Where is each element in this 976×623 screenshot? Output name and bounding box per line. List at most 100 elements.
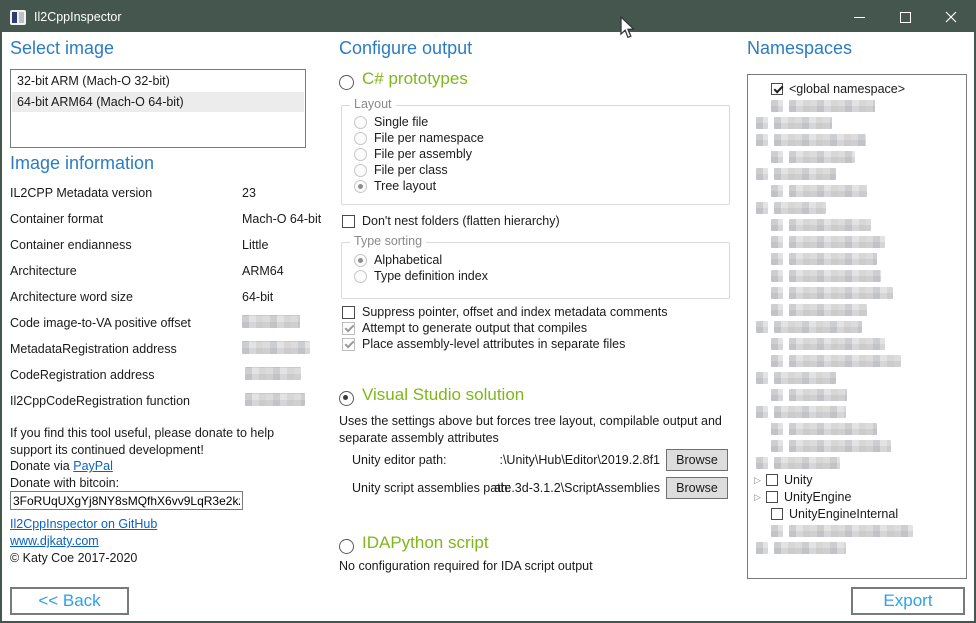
radio-icon — [339, 75, 354, 90]
app-icon — [10, 10, 26, 25]
namespace-item-redacted — [748, 217, 966, 233]
namespace-item-redacted — [748, 336, 966, 352]
info-value: Little — [242, 238, 268, 252]
namespace-item-redacted — [748, 285, 966, 301]
expander-icon[interactable]: ▷ — [754, 491, 764, 503]
namespace-item-redacted — [748, 421, 966, 437]
namespace-item-redacted — [748, 132, 966, 148]
redacted-value — [245, 393, 305, 406]
info-label: Architecture word size — [10, 290, 133, 304]
flatten-label: Don't nest folders (flatten hierarchy) — [362, 214, 560, 228]
select-image-header: Select image — [10, 38, 114, 59]
csharp-prototypes-radio[interactable]: C# prototypes — [339, 71, 468, 90]
radio-icon — [354, 148, 367, 161]
app-window: Il2CppInspector Select image 32-bit ARM … — [0, 0, 976, 623]
namespaces-listbox: <global namespace> ▷ — [747, 74, 967, 579]
checkbox-icon — [342, 338, 355, 351]
back-button[interactable]: << Back — [10, 587, 129, 615]
namespace-item-global[interactable]: <global namespace> — [748, 81, 966, 97]
info-label: Il2CppCodeRegistration function — [10, 394, 190, 408]
flatten-checkbox[interactable]: Don't nest folders (flatten hierarchy) — [342, 214, 560, 229]
namespace-item-redacted — [748, 455, 966, 471]
namespace-item-redacted — [748, 268, 966, 284]
mouse-cursor — [619, 16, 639, 40]
radio-icon — [354, 132, 367, 145]
info-value: ARM64 — [242, 264, 284, 278]
namespace-item-redacted — [748, 166, 966, 182]
info-value: Mach-O 64-bit — [242, 212, 321, 226]
close-button[interactable] — [928, 2, 974, 32]
namespace-item-redacted — [748, 404, 966, 420]
csharp-prototypes-label: C# prototypes — [362, 69, 468, 88]
namespace-item-redacted — [748, 438, 966, 454]
namespace-item-redacted — [748, 251, 966, 267]
idapython-description: No configuration required for IDA script… — [339, 559, 593, 573]
namespace-item-unityengine[interactable]: ▷ UnityEngine — [748, 489, 966, 505]
browse-assemblies-button[interactable]: Browse — [666, 477, 728, 499]
info-label: Container endianness — [10, 238, 132, 252]
maximize-button[interactable] — [882, 2, 928, 32]
info-label: Architecture — [10, 264, 77, 278]
expander-icon[interactable]: ▷ — [754, 474, 764, 486]
radio-icon — [354, 164, 367, 177]
export-button[interactable]: Export — [851, 587, 965, 615]
browse-editor-button[interactable]: Browse — [666, 449, 728, 471]
namespace-item-redacted — [748, 540, 966, 556]
list-item[interactable]: 32-bit ARM (Mach-O 32-bit) — [12, 71, 304, 91]
radio-single-file[interactable]: Single file — [354, 115, 729, 130]
radio-type-definition-index[interactable]: Type definition index — [354, 269, 729, 284]
radio-file-per-assembly[interactable]: File per assembly — [354, 147, 729, 162]
namespace-item-unityengineinternal[interactable]: UnityEngineInternal — [748, 506, 966, 522]
info-label: IL2CPP Metadata version — [10, 186, 152, 200]
window-title: Il2CppInspector — [34, 10, 122, 24]
info-value: 64-bit — [242, 290, 273, 304]
radio-icon — [354, 180, 367, 193]
radio-icon — [354, 270, 367, 283]
namespace-item-redacted — [748, 98, 966, 114]
list-item-selected[interactable]: 64-bit ARM64 (Mach-O 64-bit) — [12, 92, 304, 112]
configure-output-header: Configure output — [339, 38, 472, 59]
website-link[interactable]: www.djkaty.com — [10, 534, 99, 548]
close-icon — [945, 11, 957, 23]
visual-studio-radio[interactable]: Visual Studio solution — [339, 387, 524, 406]
suppress-checkbox[interactable]: Suppress pointer, offset and index metad… — [342, 305, 668, 320]
bitcoin-address-input[interactable] — [10, 491, 243, 510]
compiles-checkbox[interactable]: Attempt to generate output that compiles — [342, 321, 587, 336]
checkbox-icon — [342, 322, 355, 335]
info-value: 23 — [242, 186, 256, 200]
radio-icon — [354, 254, 367, 267]
radio-file-per-class[interactable]: File per class — [354, 163, 729, 178]
bitcoin-label: Donate with bitcoin: — [10, 476, 119, 490]
info-label: MetadataRegistration address — [10, 342, 177, 356]
radio-tree-layout[interactable]: Tree layout — [354, 179, 729, 194]
attributes-checkbox[interactable]: Place assembly-level attributes in separ… — [342, 337, 625, 352]
namespaces-header: Namespaces — [747, 38, 852, 59]
checkbox-icon — [342, 306, 355, 319]
checkbox-icon — [766, 491, 778, 503]
radio-icon — [354, 116, 367, 129]
namespace-item-redacted — [748, 387, 966, 403]
copyright-text: © Katy Coe 2017-2020 — [10, 551, 137, 565]
redacted-value — [245, 367, 301, 380]
layout-groupbox: Layout Single file File per namespace Fi… — [341, 105, 730, 205]
minimize-button[interactable] — [836, 2, 882, 32]
checkbox-icon — [342, 215, 355, 228]
info-label: Container format — [10, 212, 103, 226]
titlebar[interactable]: Il2CppInspector — [2, 2, 974, 32]
namespace-item-redacted — [748, 370, 966, 386]
namespace-item-redacted — [748, 115, 966, 131]
github-link[interactable]: Il2CppInspector on GitHub — [10, 517, 157, 531]
namespace-item-redacted — [748, 200, 966, 216]
visual-studio-label: Visual Studio solution — [362, 385, 524, 404]
idapython-radio[interactable]: IDAPython script — [339, 535, 489, 554]
info-label: Code image-to-VA positive offset — [10, 316, 191, 330]
radio-alphabetical[interactable]: Alphabetical — [354, 253, 729, 268]
redacted-value — [242, 341, 310, 354]
radio-file-per-namespace[interactable]: File per namespace — [354, 131, 729, 146]
checkbox-icon — [766, 474, 778, 486]
paypal-link[interactable]: PayPal — [73, 459, 113, 473]
layout-group-title: Layout — [350, 97, 396, 111]
namespace-item-unity[interactable]: ▷ Unity — [748, 472, 966, 488]
radio-icon — [339, 539, 354, 554]
donate-via-text: Donate via — [10, 459, 73, 473]
